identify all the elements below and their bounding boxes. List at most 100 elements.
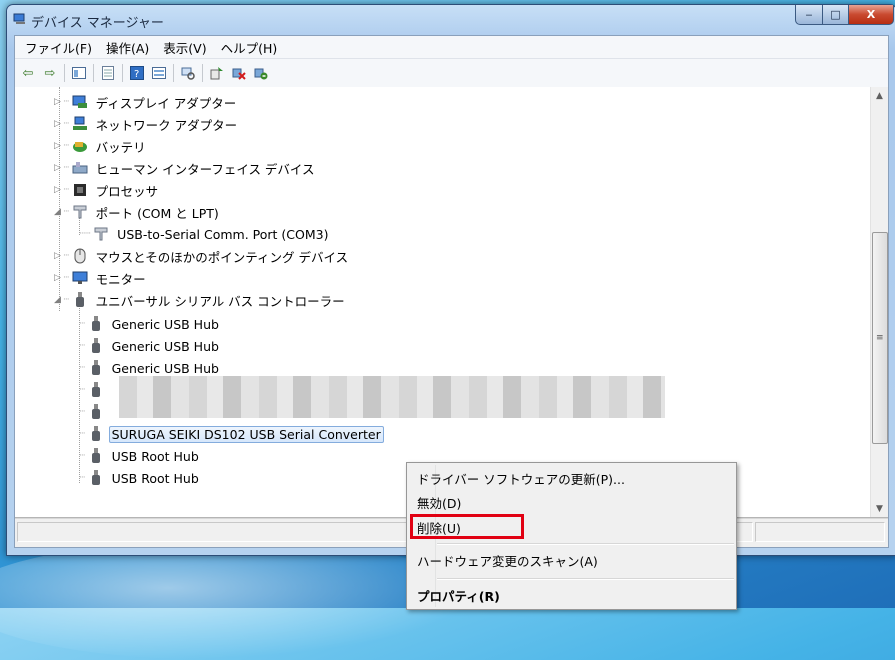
hid-icon [72, 160, 88, 176]
menu-help[interactable]: ヘルプ(H) [215, 36, 284, 59]
redacted-region [119, 376, 665, 418]
tree-node-hid[interactable]: ▷ ··· ヒューマン インターフェイス デバイス [53, 157, 318, 179]
tree-node-com3[interactable]: ······ USB-to-Serial Comm. Port (COM3) [79, 223, 331, 245]
usb-icon [88, 382, 104, 398]
expand-icon[interactable]: ▷ [53, 97, 62, 107]
toolbar-separator [122, 64, 123, 82]
menu-file[interactable]: ファイル(F) [19, 36, 98, 59]
usb-icon [88, 360, 104, 376]
scroll-down-icon[interactable]: ▼ [871, 500, 888, 517]
usb-device-row[interactable]: ··· USB Root Hub [79, 445, 202, 467]
forward-icon[interactable]: ⇨ [41, 64, 59, 82]
update-driver-icon[interactable] [208, 64, 226, 82]
expand-icon[interactable]: ▷ [53, 273, 62, 283]
back-icon[interactable]: ⇦ [19, 64, 37, 82]
port-icon [93, 226, 109, 242]
toolbar-separator [202, 64, 203, 82]
menu-action[interactable]: 操作(A) [100, 36, 155, 59]
uninstall-icon[interactable] [252, 64, 270, 82]
usb-device-row[interactable]: ··· Generic USB Hub [79, 335, 222, 357]
toolbar-separator [93, 64, 94, 82]
device-manager-icon [13, 13, 25, 24]
console-tree-icon[interactable] [70, 64, 88, 82]
scan-icon[interactable] [179, 64, 197, 82]
usb-device-row-redacted[interactable]: ··· [79, 401, 115, 423]
toolbar: ⇦ ⇨ ? [15, 59, 888, 88]
tree-label [109, 411, 115, 413]
tree-label: Generic USB Hub [111, 316, 219, 332]
usb-icon [72, 292, 88, 308]
tree-label: USB Root Hub [111, 448, 199, 464]
tree-label: Generic USB Hub [111, 360, 219, 376]
usb-device-row-selected[interactable]: ··· SURUGA SEIKI DS102 USB Serial Conver… [79, 423, 384, 445]
display-adapter-icon [72, 94, 88, 110]
menu-item-scan[interactable]: ハードウェア変更のスキャン(A) [415, 549, 598, 571]
tree-node-usb-controllers[interactable]: ◢ ··· ユニバーサル シリアル バス コントローラー [53, 289, 348, 311]
highlight-box [410, 514, 524, 539]
expand-icon[interactable]: ▷ [53, 119, 62, 129]
tree-label: ネットワーク アダプター [95, 117, 238, 133]
tree-node-mice[interactable]: ▷ ··· マウスとそのほかのポインティング デバイス [53, 245, 351, 267]
usb-icon [88, 316, 104, 332]
menu-item-update-driver[interactable]: ドライバー ソフトウェアの更新(P)... [415, 467, 625, 489]
disable-device-icon[interactable] [230, 64, 248, 82]
context-menu: ドライバー ソフトウェアの更新(P)... 無効(D) 削除(U) ハードウェア… [406, 462, 737, 610]
tree-label: モニター [95, 271, 146, 287]
usb-icon [88, 470, 104, 486]
usb-icon [88, 404, 104, 420]
title-bar[interactable]: デバイス マネージャー ‒ □ X [7, 5, 895, 35]
tree-label: ディスプレイ アダプター [95, 95, 237, 111]
tree-label: USB-to-Serial Comm. Port (COM3) [117, 226, 329, 242]
collapse-icon[interactable]: ◢ [53, 295, 62, 305]
tree-label: バッテリ [95, 139, 146, 155]
processor-icon [72, 182, 88, 198]
scroll-up-icon[interactable]: ▲ [871, 87, 888, 104]
svg-text:?: ? [134, 69, 139, 80]
battery-icon [72, 138, 88, 154]
vertical-scrollbar[interactable]: ▲ ≡ ▼ [870, 87, 888, 517]
tree-label: ユニバーサル シリアル バス コントローラー [95, 293, 345, 309]
toolbar-separator [64, 64, 65, 82]
usb-icon [88, 426, 104, 442]
tree-label: ポート (COM と LPT) [95, 205, 219, 221]
help-icon[interactable]: ? [128, 64, 146, 82]
grip-icon: ≡ [876, 333, 884, 343]
usb-icon [88, 448, 104, 464]
menu-view[interactable]: 表示(V) [157, 36, 212, 59]
port-icon [72, 204, 88, 220]
maximize-button[interactable]: □ [823, 5, 849, 25]
tree-node-display-adapters[interactable]: ▷ ··· ディスプレイ アダプター [53, 91, 239, 113]
menu-separator [437, 578, 734, 580]
menu-bar: ファイル(F) 操作(A) 表示(V) ヘルプ(H) [15, 36, 888, 59]
toolbar-separator [173, 64, 174, 82]
usb-device-row-redacted[interactable]: ··· [79, 379, 115, 401]
tree-node-batteries[interactable]: ▷ ··· バッテリ [53, 135, 149, 157]
collapse-icon[interactable]: ◢ [53, 207, 62, 217]
properties-icon[interactable] [99, 64, 117, 82]
tree-node-monitors[interactable]: ▷ ··· モニター [53, 267, 149, 289]
tree-node-processors[interactable]: ▷ ··· プロセッサ [53, 179, 161, 201]
expand-icon[interactable]: ▷ [53, 251, 62, 261]
tree-node-ports[interactable]: ◢ ··· ポート (COM と LPT) [53, 201, 222, 223]
device-tree[interactable]: ▷ ··· ディスプレイ アダプター ▷ ··· ネットワーク アダプター ▷ ···… [15, 87, 888, 518]
tree-label: USB Root Hub [111, 470, 199, 486]
view-icon[interactable] [150, 64, 168, 82]
network-adapter-icon [72, 116, 88, 132]
tree-label: プロセッサ [95, 183, 159, 199]
expand-icon[interactable]: ▷ [53, 141, 62, 151]
tree-label: ヒューマン インターフェイス デバイス [95, 161, 315, 177]
tree-label: マウスとそのほかのポインティング デバイス [95, 249, 349, 265]
menu-item-properties[interactable]: プロパティ(R) [415, 584, 500, 606]
usb-device-row[interactable]: ··· USB Root Hub [79, 467, 202, 489]
tree-node-network-adapters[interactable]: ▷ ··· ネットワーク アダプター [53, 113, 240, 135]
expand-icon[interactable]: ▷ [53, 185, 62, 195]
menu-separator [437, 543, 734, 545]
usb-device-row[interactable]: ··· Generic USB Hub [79, 313, 222, 335]
menu-item-disable[interactable]: 無効(D) [415, 491, 461, 513]
expand-icon[interactable]: ▷ [53, 163, 62, 173]
mouse-icon [72, 248, 88, 264]
tree-label: Generic USB Hub [111, 338, 219, 354]
close-button[interactable]: X [849, 5, 894, 25]
minimize-button[interactable]: ‒ [795, 5, 823, 25]
scroll-thumb[interactable]: ≡ [872, 232, 888, 444]
